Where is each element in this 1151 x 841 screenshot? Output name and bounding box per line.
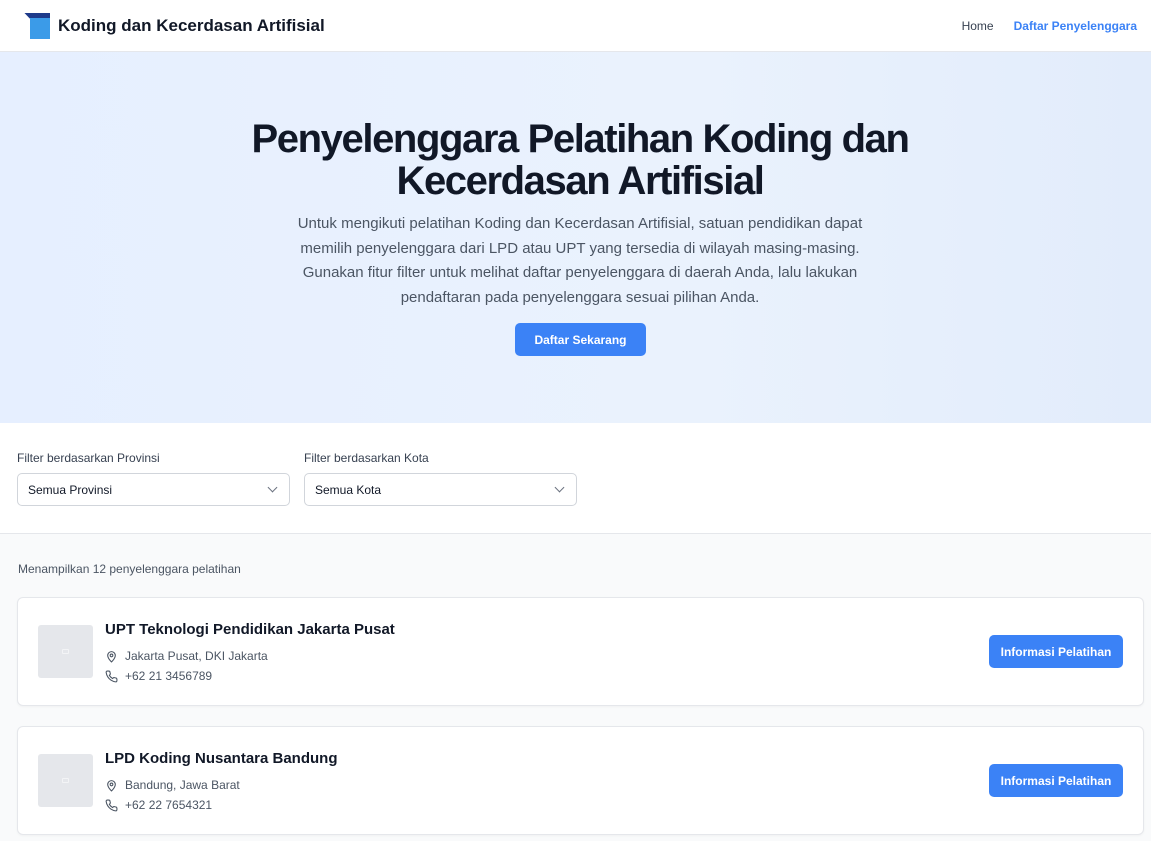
hero-title: Penyelenggara Pelatihan Koding dan Kecer…	[200, 118, 960, 202]
provider-thumbnail	[38, 625, 93, 678]
provider-location-text: Jakarta Pusat, DKI Jakarta	[125, 649, 268, 663]
nav-daftar-penyelenggara[interactable]: Daftar Penyelenggara	[1014, 19, 1137, 33]
result-count: Menampilkan 12 penyelenggara pelatihan	[18, 562, 241, 576]
province-select[interactable]: Semua Provinsi	[17, 473, 290, 506]
filter-section: Filter berdasarkan Provinsi Semua Provin…	[0, 423, 1151, 534]
provider-location-text: Bandung, Jawa Barat	[125, 778, 240, 792]
top-navbar: Koding dan Kecerdasan Artifisial Home Da…	[0, 0, 1151, 52]
province-select-value: Semua Provinsi	[28, 482, 113, 497]
provider-phone: +62 22 7654321	[105, 798, 212, 812]
province-filter-label: Filter berdasarkan Provinsi	[17, 451, 160, 465]
provider-card: LPD Koding Nusantara Bandung Bandung, Ja…	[17, 726, 1144, 835]
provider-location: Bandung, Jawa Barat	[105, 778, 240, 792]
provider-phone: +62 21 3456789	[105, 669, 212, 683]
city-select-value: Semua Kota	[315, 482, 382, 497]
chevron-down-icon	[267, 482, 278, 493]
phone-icon	[105, 670, 118, 682]
provider-name: LPD Koding Nusantara Bandung	[105, 750, 338, 767]
provider-card: UPT Teknologi Pendidikan Jakarta Pusat J…	[17, 597, 1144, 706]
chevron-down-icon	[554, 482, 565, 493]
provider-thumbnail	[38, 754, 93, 807]
map-pin-icon	[107, 779, 116, 791]
provider-location: Jakarta Pusat, DKI Jakarta	[105, 649, 268, 663]
logo-icon	[24, 12, 50, 39]
brand-title: Koding dan Kecerdasan Artifisial	[58, 15, 325, 35]
phone-icon	[105, 799, 118, 811]
register-now-button[interactable]: Daftar Sekarang	[515, 323, 646, 356]
nav-home[interactable]: Home	[962, 19, 994, 33]
city-select[interactable]: Semua Kota	[304, 473, 577, 506]
training-info-button[interactable]: Informasi Pelatihan	[989, 635, 1123, 668]
hero-description: Untuk mengikuti pelatihan Koding dan Kec…	[297, 215, 863, 306]
city-filter-label: Filter berdasarkan Kota	[304, 451, 429, 465]
provider-name: UPT Teknologi Pendidikan Jakarta Pusat	[105, 621, 395, 638]
hero-section: Penyelenggara Pelatihan Koding dan Kecer…	[0, 52, 1151, 423]
brand[interactable]: Koding dan Kecerdasan Artifisial	[24, 12, 325, 39]
provider-phone-text: +62 21 3456789	[125, 669, 213, 683]
hero-title-line1: Penyelenggara Pelatihan Koding dan	[251, 117, 910, 161]
province-filter: Filter berdasarkan Provinsi Semua Provin…	[17, 451, 290, 506]
main-nav: Home Daftar Penyelenggara	[962, 19, 1137, 33]
training-info-button[interactable]: Informasi Pelatihan	[989, 764, 1123, 797]
provider-phone-text: +62 22 7654321	[125, 798, 213, 812]
city-filter: Filter berdasarkan Kota Semua Kota	[304, 451, 577, 506]
hero-title-line2: Kecerdasan Artifisial	[396, 159, 764, 203]
map-pin-icon	[107, 650, 116, 662]
